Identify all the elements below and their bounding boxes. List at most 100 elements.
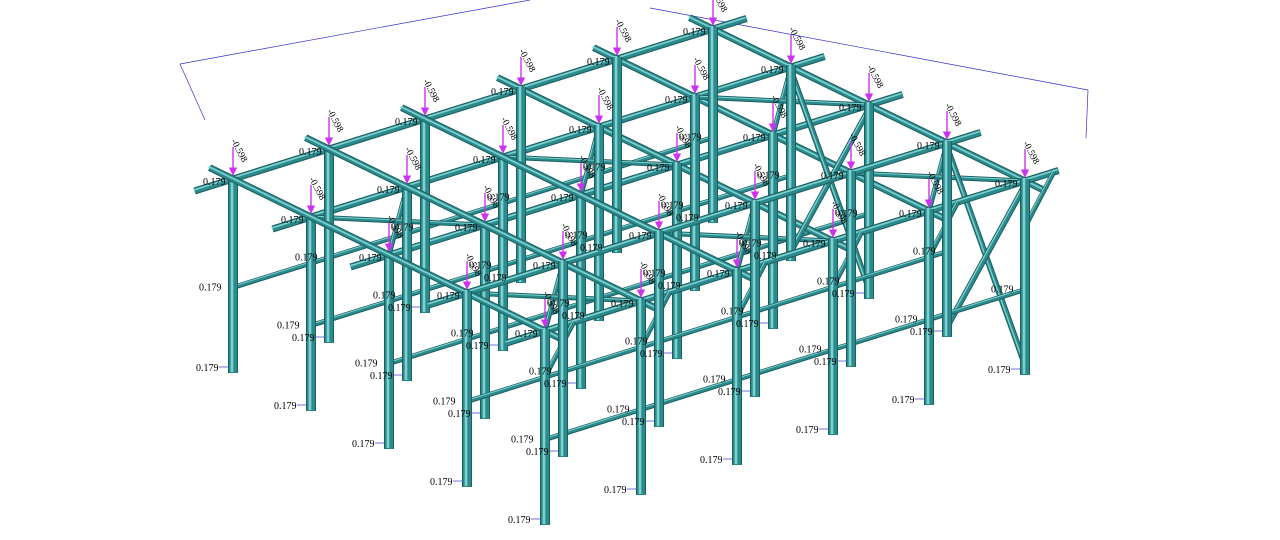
roof-load-label: -0.598 — [690, 56, 710, 83]
end-brace[interactable] — [945, 184, 1027, 328]
roof-node-label: 0.179 — [629, 231, 652, 242]
roof-node-label: 0.179 — [683, 27, 706, 38]
roof-load-label: -0.598 — [786, 26, 806, 53]
roof-node-label: 0.179 — [359, 253, 382, 264]
roof-node-label: 0.179 — [725, 201, 748, 212]
base-load-label: 0.179 — [484, 273, 507, 284]
base-load-label: 0.179 — [700, 455, 723, 466]
roof-load-label: -0.598 — [768, 94, 788, 121]
roof-node-label: 0.179 — [569, 125, 592, 136]
roof-node-label: 0.179 — [803, 239, 826, 250]
girt-load-label: 0.179 — [277, 321, 300, 332]
roof-load-label: -0.598 — [402, 146, 422, 173]
roof-node-label: 0.179 — [995, 179, 1018, 190]
steel-frame-3d-model[interactable]: 0.179 0.179 0.179 0.179 0.179 0.179 0.179 0.179… — [0, 0, 1280, 540]
base-load-label: 0.179 — [292, 333, 315, 344]
girt-load-label: 0.179 — [295, 253, 318, 264]
roof-load-label: -0.598 — [1020, 140, 1040, 167]
girt-load-label: 0.179 — [199, 283, 222, 294]
roof-node-label: 0.179 — [707, 269, 730, 280]
base-load-label: 0.179 — [910, 327, 933, 338]
roof-load-label: -0.598 — [420, 78, 440, 105]
roof-node-label: 0.179 — [473, 155, 496, 166]
roof-node-label: 0.179 — [533, 261, 556, 272]
base-load-label: 0.179 — [196, 363, 219, 374]
roof-node-label: 0.179 — [899, 209, 922, 220]
roof-load-label: -0.598 — [324, 108, 344, 135]
base-load-label: 0.179 — [466, 341, 489, 352]
base-load-label: 0.179 — [562, 311, 585, 322]
base-load-label: 0.179 — [544, 379, 567, 390]
girt-load-label: 0.179 — [625, 337, 648, 348]
roof-load-label: -0.598 — [942, 102, 962, 129]
dim-line-back-left — [179, 0, 531, 65]
roof-node-label: 0.179 — [299, 147, 322, 158]
base-load-label: 0.179 — [622, 417, 645, 428]
base-load-label: 0.179 — [274, 401, 297, 412]
girt-load-label: 0.179 — [913, 247, 936, 258]
roof-node-label: 0.179 — [647, 163, 670, 174]
girt-load-label: 0.179 — [433, 397, 456, 408]
base-load-label: 0.179 — [658, 281, 681, 292]
roof-node-label: 0.179 — [917, 141, 940, 152]
roof-node-label: 0.179 — [455, 223, 478, 234]
base-load-label: 0.179 — [352, 439, 375, 450]
base-load-label: 0.179 — [988, 365, 1011, 376]
base-load-label: 0.179 — [370, 371, 393, 382]
girt-load-label: 0.179 — [607, 405, 630, 416]
base-load-label: 0.179 — [526, 447, 549, 458]
frame-members-back — [193, 14, 1047, 449]
base-load-label: 0.179 — [604, 485, 627, 496]
roof-node-label: 0.179 — [611, 299, 634, 310]
base-load-label: 0.179 — [736, 319, 759, 330]
girt-load-label: 0.179 — [373, 291, 396, 302]
base-load-label: 0.179 — [430, 477, 453, 488]
roof-node-label: 0.179 — [491, 87, 514, 98]
girt-load-label: 0.179 — [355, 359, 378, 370]
roof-node-label: 0.179 — [551, 193, 574, 204]
base-load-label: 0.179 — [508, 515, 531, 526]
base-load-label: 0.179 — [718, 387, 741, 398]
roof-node-label: 0.179 — [437, 291, 460, 302]
structural-model-viewport[interactable]: 0.179 0.179 0.179 0.179 0.179 0.179 0.179 0.179… — [0, 0, 1280, 540]
roof-node-label: 0.179 — [761, 65, 784, 76]
roof-load-label: -0.598 — [516, 48, 536, 75]
roof-node-label: 0.179 — [377, 185, 400, 196]
base-load-label: 0.179 — [640, 349, 663, 360]
base-load-label: 0.179 — [388, 303, 411, 314]
base-load-label: 0.179 — [580, 243, 603, 254]
girt-load-label: 0.179 — [991, 285, 1014, 296]
girt-load-label: 0.179 — [895, 315, 918, 326]
roof-node-label: 0.179 — [203, 177, 226, 188]
girt-load-label: 0.179 — [451, 329, 474, 340]
dim-leader — [179, 63, 206, 121]
roof-load-label: -0.598 — [864, 64, 884, 91]
roof-node-label: 0.179 — [665, 95, 688, 106]
roof-node-label: 0.179 — [281, 215, 304, 226]
roof-load-label: -0.598 — [306, 176, 326, 203]
roof-node-label: 0.179 — [587, 57, 610, 68]
base-load-label: 0.179 — [448, 409, 471, 420]
roof-node-label: 0.179 — [743, 133, 766, 144]
dim-leader — [1085, 89, 1089, 139]
roof-load-label: -0.598 — [498, 116, 518, 143]
base-load-label: 0.179 — [676, 213, 699, 224]
roof-load-label: -0.598 — [594, 86, 614, 113]
girt-load-label: 0.179 — [721, 307, 744, 318]
roof-load-label: -0.598 — [708, 0, 728, 14]
roof-load-label: -0.598 — [924, 170, 944, 197]
roof-node-label: 0.179 — [839, 103, 862, 114]
base-load-label: 0.179 — [754, 251, 777, 262]
base-load-label: 0.179 — [892, 395, 915, 406]
girt-load-label: 0.179 — [799, 345, 822, 356]
base-load-label: 0.179 — [832, 289, 855, 300]
girt-load-label: 0.179 — [703, 375, 726, 386]
girt-load-label: 0.179 — [817, 277, 840, 288]
roof-load-label: -0.598 — [612, 18, 632, 45]
roof-load-label: -0.598 — [228, 138, 248, 165]
base-load-label: 0.179 — [796, 425, 819, 436]
roof-node-label: 0.179 — [821, 171, 844, 182]
roof-node-label: 0.179 — [395, 117, 418, 128]
base-load-label: 0.179 — [814, 357, 837, 368]
girt-load-label: 0.179 — [529, 367, 552, 378]
